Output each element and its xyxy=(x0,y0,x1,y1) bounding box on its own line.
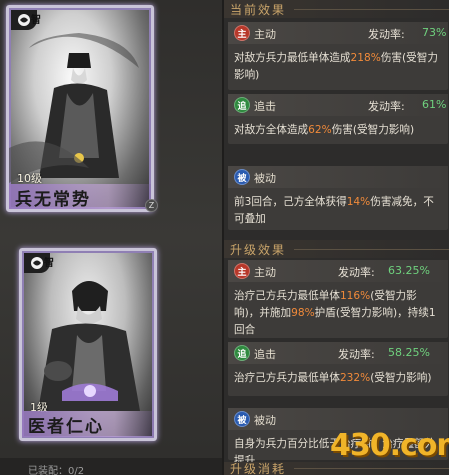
z-badge[interactable]: Z xyxy=(145,199,158,212)
equip-count: 已装配：0/2 xyxy=(28,466,85,475)
skill-pursuit: 追 追击 发动率: 61% 对敌方全体造成62%伤害(受智力影响) xyxy=(228,94,448,144)
passive-skill-icon: 被 xyxy=(234,411,250,427)
card-name: 医者仁心 xyxy=(28,416,104,437)
section-upgrade-effects: 升级效果 xyxy=(224,240,449,258)
trigger-rate-value: 63.25% xyxy=(388,264,430,277)
card-name-bar: 兵无常势 xyxy=(9,184,151,210)
site-watermark: 430.com xyxy=(330,428,449,463)
card-name: 兵无常势 xyxy=(15,189,91,210)
trigger-rate-label: 发动率: xyxy=(338,348,375,361)
card-name-bar: 医者仁心 xyxy=(22,411,154,437)
skill-type: 主动 xyxy=(254,28,276,41)
card-yizherenxin[interactable]: 智 1级 医者仁心 xyxy=(19,248,157,441)
skill-header: 主 主动 发动率: 73% xyxy=(228,22,448,44)
skill-header: 追 追击 发动率: 61% xyxy=(228,94,448,116)
section-title: 升级消耗 xyxy=(230,462,287,475)
skill-type: 被动 xyxy=(254,414,276,427)
skill-type: 主动 xyxy=(254,266,276,279)
section-upgrade-cost: 升级消耗 xyxy=(224,462,449,475)
upgrade-skill-active: 主 主动 发动率: 63.25% 治疗己方兵力最低单体116%(受智力影响)，并… xyxy=(228,260,448,338)
section-title: 当前效果 xyxy=(230,2,287,17)
trigger-rate-value: 73% xyxy=(422,26,447,39)
skill-description: 治疗己方兵力最低单体116%(受智力影响)，并施加98%护盾(受智力影响)，持续… xyxy=(234,290,436,336)
pursuit-skill-icon: 追 xyxy=(234,97,250,113)
skill-header: 追 追击 发动率: 58.25% xyxy=(228,342,448,364)
active-skill-icon: 主 xyxy=(234,263,250,279)
skill-description: 治疗己方兵力最低单体232%(受智力影响) xyxy=(234,372,432,384)
trigger-rate-label: 发动率: xyxy=(368,28,405,41)
passive-skill-icon: 被 xyxy=(234,169,250,185)
section-current-effects: 当前效果 xyxy=(224,0,449,18)
skill-header: 被 被动 xyxy=(228,408,448,430)
card-bingwuchangshi[interactable]: 智 10级 兵无常势 xyxy=(6,5,154,212)
trigger-rate-label: 发动率: xyxy=(368,100,405,113)
pursuit-skill-icon: 追 xyxy=(234,345,250,361)
skill-active: 主 主动 发动率: 73% 对敌方兵力最低单体造成218%伤害(受智力影响) xyxy=(228,22,448,90)
upgrade-skill-pursuit: 追 追击 发动率: 58.25% 治疗己方兵力最低单体232%(受智力影响) xyxy=(228,342,448,396)
trigger-rate-value: 61% xyxy=(422,98,447,111)
skill-type: 被动 xyxy=(254,172,276,185)
skill-type: 追击 xyxy=(254,100,276,113)
section-title: 升级效果 xyxy=(230,242,287,257)
skill-description: 对敌方全体造成62%伤害(受智力影响) xyxy=(234,124,415,136)
card-attribute-tag: 智 xyxy=(31,15,41,26)
skill-passive: 被 被动 前3回合，己方全体获得14%伤害减免，不可叠加 xyxy=(228,166,448,230)
skill-description: 对敌方兵力最低单体造成218%伤害(受智力影响) xyxy=(234,52,438,81)
trigger-rate-label: 发动率: xyxy=(338,266,375,279)
skill-type: 追击 xyxy=(254,348,276,361)
skill-description: 前3回合，己方全体获得14%伤害减免，不可叠加 xyxy=(234,196,434,225)
card-attribute-tag: 智 xyxy=(44,258,54,269)
active-skill-icon: 主 xyxy=(234,25,250,41)
skill-header: 被 被动 xyxy=(228,166,448,188)
skill-header: 主 主动 发动率: 63.25% xyxy=(228,260,448,282)
trigger-rate-value: 58.25% xyxy=(388,346,430,359)
